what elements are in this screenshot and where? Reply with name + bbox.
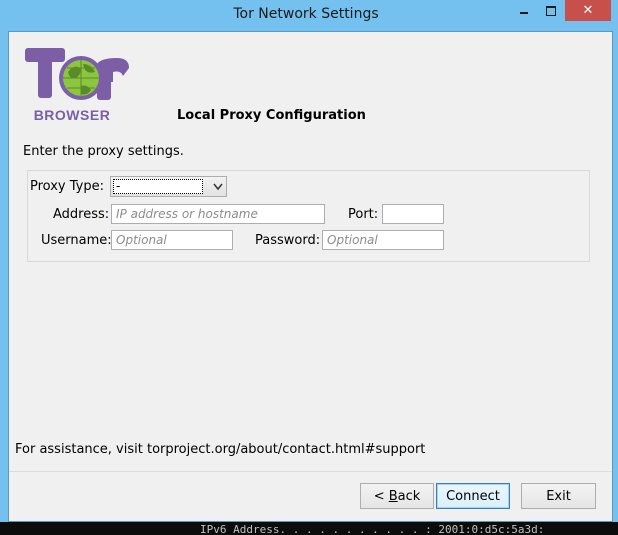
maximize-button[interactable] — [538, 0, 564, 21]
back-button-prefix: < — [373, 488, 389, 504]
port-label: Port: — [348, 207, 379, 222]
console-text: IPv6 Address. . . . . . . . . . . : 2001… — [200, 523, 545, 535]
back-button[interactable]: < Back — [360, 483, 434, 509]
connect-button[interactable]: Connect — [436, 483, 510, 509]
instruction-text: Enter the proxy settings. — [23, 144, 184, 159]
address-label: Address: — [53, 207, 110, 222]
close-button[interactable]: ✕ — [565, 0, 611, 21]
page-heading: Local Proxy Configuration — [177, 108, 366, 123]
password-input[interactable]: Optional — [322, 230, 444, 250]
tor-network-settings-window: Tor Network Settings ✕ BROWSER Local Pro… — [0, 0, 618, 522]
assistance-text: For assistance, visit torproject.org/abo… — [15, 442, 426, 457]
close-icon: ✕ — [582, 3, 594, 18]
proxy-type-value: - — [113, 179, 203, 194]
back-button-rest: ack — [397, 488, 421, 504]
background-console-window: IPv6 Address. . . . . . . . . . . : 2001… — [0, 522, 618, 535]
proxy-type-label: Proxy Type: — [30, 179, 104, 194]
password-label: Password: — [255, 233, 321, 248]
address-input[interactable]: IP address or hostname — [111, 204, 325, 224]
username-label: Username: — [41, 233, 112, 248]
chevron-down-icon — [213, 183, 223, 191]
minimize-button[interactable] — [511, 0, 537, 21]
proxy-type-select[interactable]: - — [110, 176, 227, 197]
browser-wordmark: BROWSER — [33, 107, 111, 123]
username-input[interactable]: Optional — [111, 230, 233, 250]
footer-divider — [9, 471, 612, 472]
dialog-body: BROWSER Local Proxy Configuration Enter … — [8, 31, 613, 522]
maximize-icon — [546, 5, 556, 16]
port-input[interactable] — [382, 204, 444, 224]
proxy-settings-group: Proxy Type: - Address: IP address or hos… — [27, 170, 590, 262]
minimize-icon — [520, 11, 528, 14]
title-bar[interactable]: Tor Network Settings ✕ — [0, 0, 618, 30]
back-button-mnemonic: B — [388, 488, 398, 504]
exit-button[interactable]: Exit — [521, 483, 596, 509]
